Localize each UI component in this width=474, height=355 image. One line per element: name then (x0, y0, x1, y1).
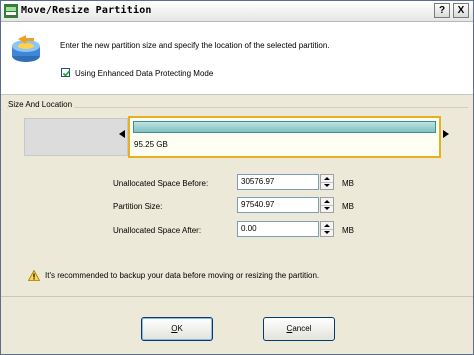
ok-label-rest: K (177, 324, 183, 333)
partition-size-field-label: Partition Size: (113, 202, 163, 211)
unit-label: MB (342, 202, 354, 211)
cancel-label-rest: ancel (292, 324, 312, 333)
unallocated-after-label: Unallocated Space After: (113, 226, 202, 235)
arrow-down-icon (324, 207, 330, 210)
warning-icon (28, 270, 40, 281)
partition-block[interactable]: 95.25 GB (128, 116, 441, 158)
arrow-up-icon (324, 224, 330, 227)
right-resize-handle[interactable] (443, 130, 449, 138)
unallocated-after-spinner[interactable] (320, 221, 334, 237)
spin-down-button[interactable] (321, 205, 333, 212)
unit-label: MB (342, 179, 354, 188)
arrow-up-icon (324, 200, 330, 203)
unallocated-before-spinner[interactable] (320, 174, 334, 190)
partition-icon (12, 35, 40, 62)
partition-size-label: 95.25 GB (134, 140, 168, 149)
window-title: Move/Resize Partition (21, 5, 152, 16)
dialog-header (1, 22, 473, 95)
partition-size-input[interactable]: 97540.97 (237, 197, 319, 213)
arrow-up-icon (324, 177, 330, 180)
unallocated-before-block (24, 118, 128, 156)
cancel-button[interactable]: Cancel (263, 317, 335, 341)
size-location-group-title: Size And Location (8, 100, 75, 109)
title-bar[interactable]: Move/Resize Partition ? X (1, 1, 473, 22)
ok-button[interactable]: OK (141, 317, 213, 341)
partition-usage-bar (133, 121, 436, 133)
group-divider (7, 107, 468, 108)
unallocated-after-input[interactable]: 0.00 (237, 221, 319, 237)
app-icon (4, 4, 18, 18)
enhanced-mode-label[interactable]: Using Enhanced Data Protecting Mode (75, 69, 213, 78)
move-resize-dialog: Move/Resize Partition ? X Enter the new … (0, 0, 474, 355)
checkmark-icon (62, 70, 71, 77)
close-button[interactable]: X (453, 3, 469, 18)
arrow-down-icon (324, 184, 330, 187)
unit-label: MB (342, 226, 354, 235)
unallocated-before-label: Unallocated Space Before: (113, 179, 209, 188)
left-resize-handle[interactable] (119, 130, 125, 138)
unallocated-before-input[interactable]: 30576.97 (237, 174, 319, 190)
enhanced-mode-checkbox[interactable] (61, 68, 71, 77)
arrow-down-icon (324, 231, 330, 234)
spin-down-button[interactable] (321, 182, 333, 189)
help-button[interactable]: ? (434, 3, 450, 18)
spin-down-button[interactable] (321, 229, 333, 236)
warning-text: It's recommended to backup your data bef… (45, 271, 320, 280)
intro-text: Enter the new partition size and specify… (60, 41, 330, 50)
footer-divider (1, 296, 473, 297)
partition-size-spinner[interactable] (320, 197, 334, 213)
